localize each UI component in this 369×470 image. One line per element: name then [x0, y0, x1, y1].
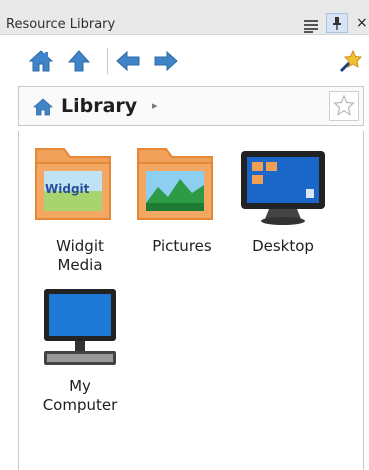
close-panel-button[interactable]: ×	[356, 15, 369, 31]
toolbar-separator	[107, 48, 108, 74]
favorite-star-button[interactable]	[329, 91, 359, 121]
navigation-toolbar	[0, 35, 369, 83]
library-content-area: Widgit Widgit Media Pictures Desktop My …	[18, 131, 364, 470]
desktop-monitor-icon	[233, 143, 333, 231]
add-favorite-button[interactable]	[338, 49, 364, 73]
breadcrumb-library[interactable]: Library	[61, 95, 137, 117]
address-home-icon[interactable]	[32, 98, 54, 116]
forward-button[interactable]	[153, 49, 179, 73]
pin-panel-button[interactable]	[326, 13, 348, 33]
panel-title: Resource Library	[6, 17, 116, 32]
title-bar: Resource Library ×	[0, 0, 369, 35]
item-label: My Computer	[42, 377, 118, 414]
list-view-icon[interactable]	[304, 18, 318, 33]
up-button[interactable]	[66, 49, 92, 73]
home-icon	[28, 50, 54, 72]
address-bar: Library ▸	[18, 86, 364, 126]
library-item-my-computer[interactable]: My Computer	[30, 283, 130, 415]
item-label: Widgit Media	[56, 237, 104, 274]
pin-star-icon	[339, 49, 363, 73]
item-label: Desktop	[252, 237, 314, 255]
library-item-pictures[interactable]: Pictures	[132, 143, 232, 256]
back-button[interactable]	[115, 49, 141, 73]
back-arrow-icon	[116, 50, 140, 72]
computer-icon	[30, 283, 130, 371]
home-button[interactable]	[28, 49, 54, 73]
forward-arrow-icon	[154, 50, 178, 72]
library-item-desktop[interactable]: Desktop	[233, 143, 333, 256]
library-item-widgit-media[interactable]: Widgit Widgit Media	[30, 143, 130, 275]
star-icon	[333, 94, 355, 116]
widgit-folder-icon: Widgit	[30, 143, 130, 231]
pin-icon	[333, 17, 341, 30]
widgit-logo-text: Widgit	[45, 182, 90, 196]
pictures-folder-icon	[132, 143, 232, 231]
breadcrumb-expand-arrow[interactable]: ▸	[152, 99, 158, 112]
resource-library-panel: Resource Library × Library ▸ Widgit Widg…	[0, 0, 369, 470]
up-arrow-icon	[67, 50, 91, 72]
item-label: Pictures	[152, 237, 212, 255]
